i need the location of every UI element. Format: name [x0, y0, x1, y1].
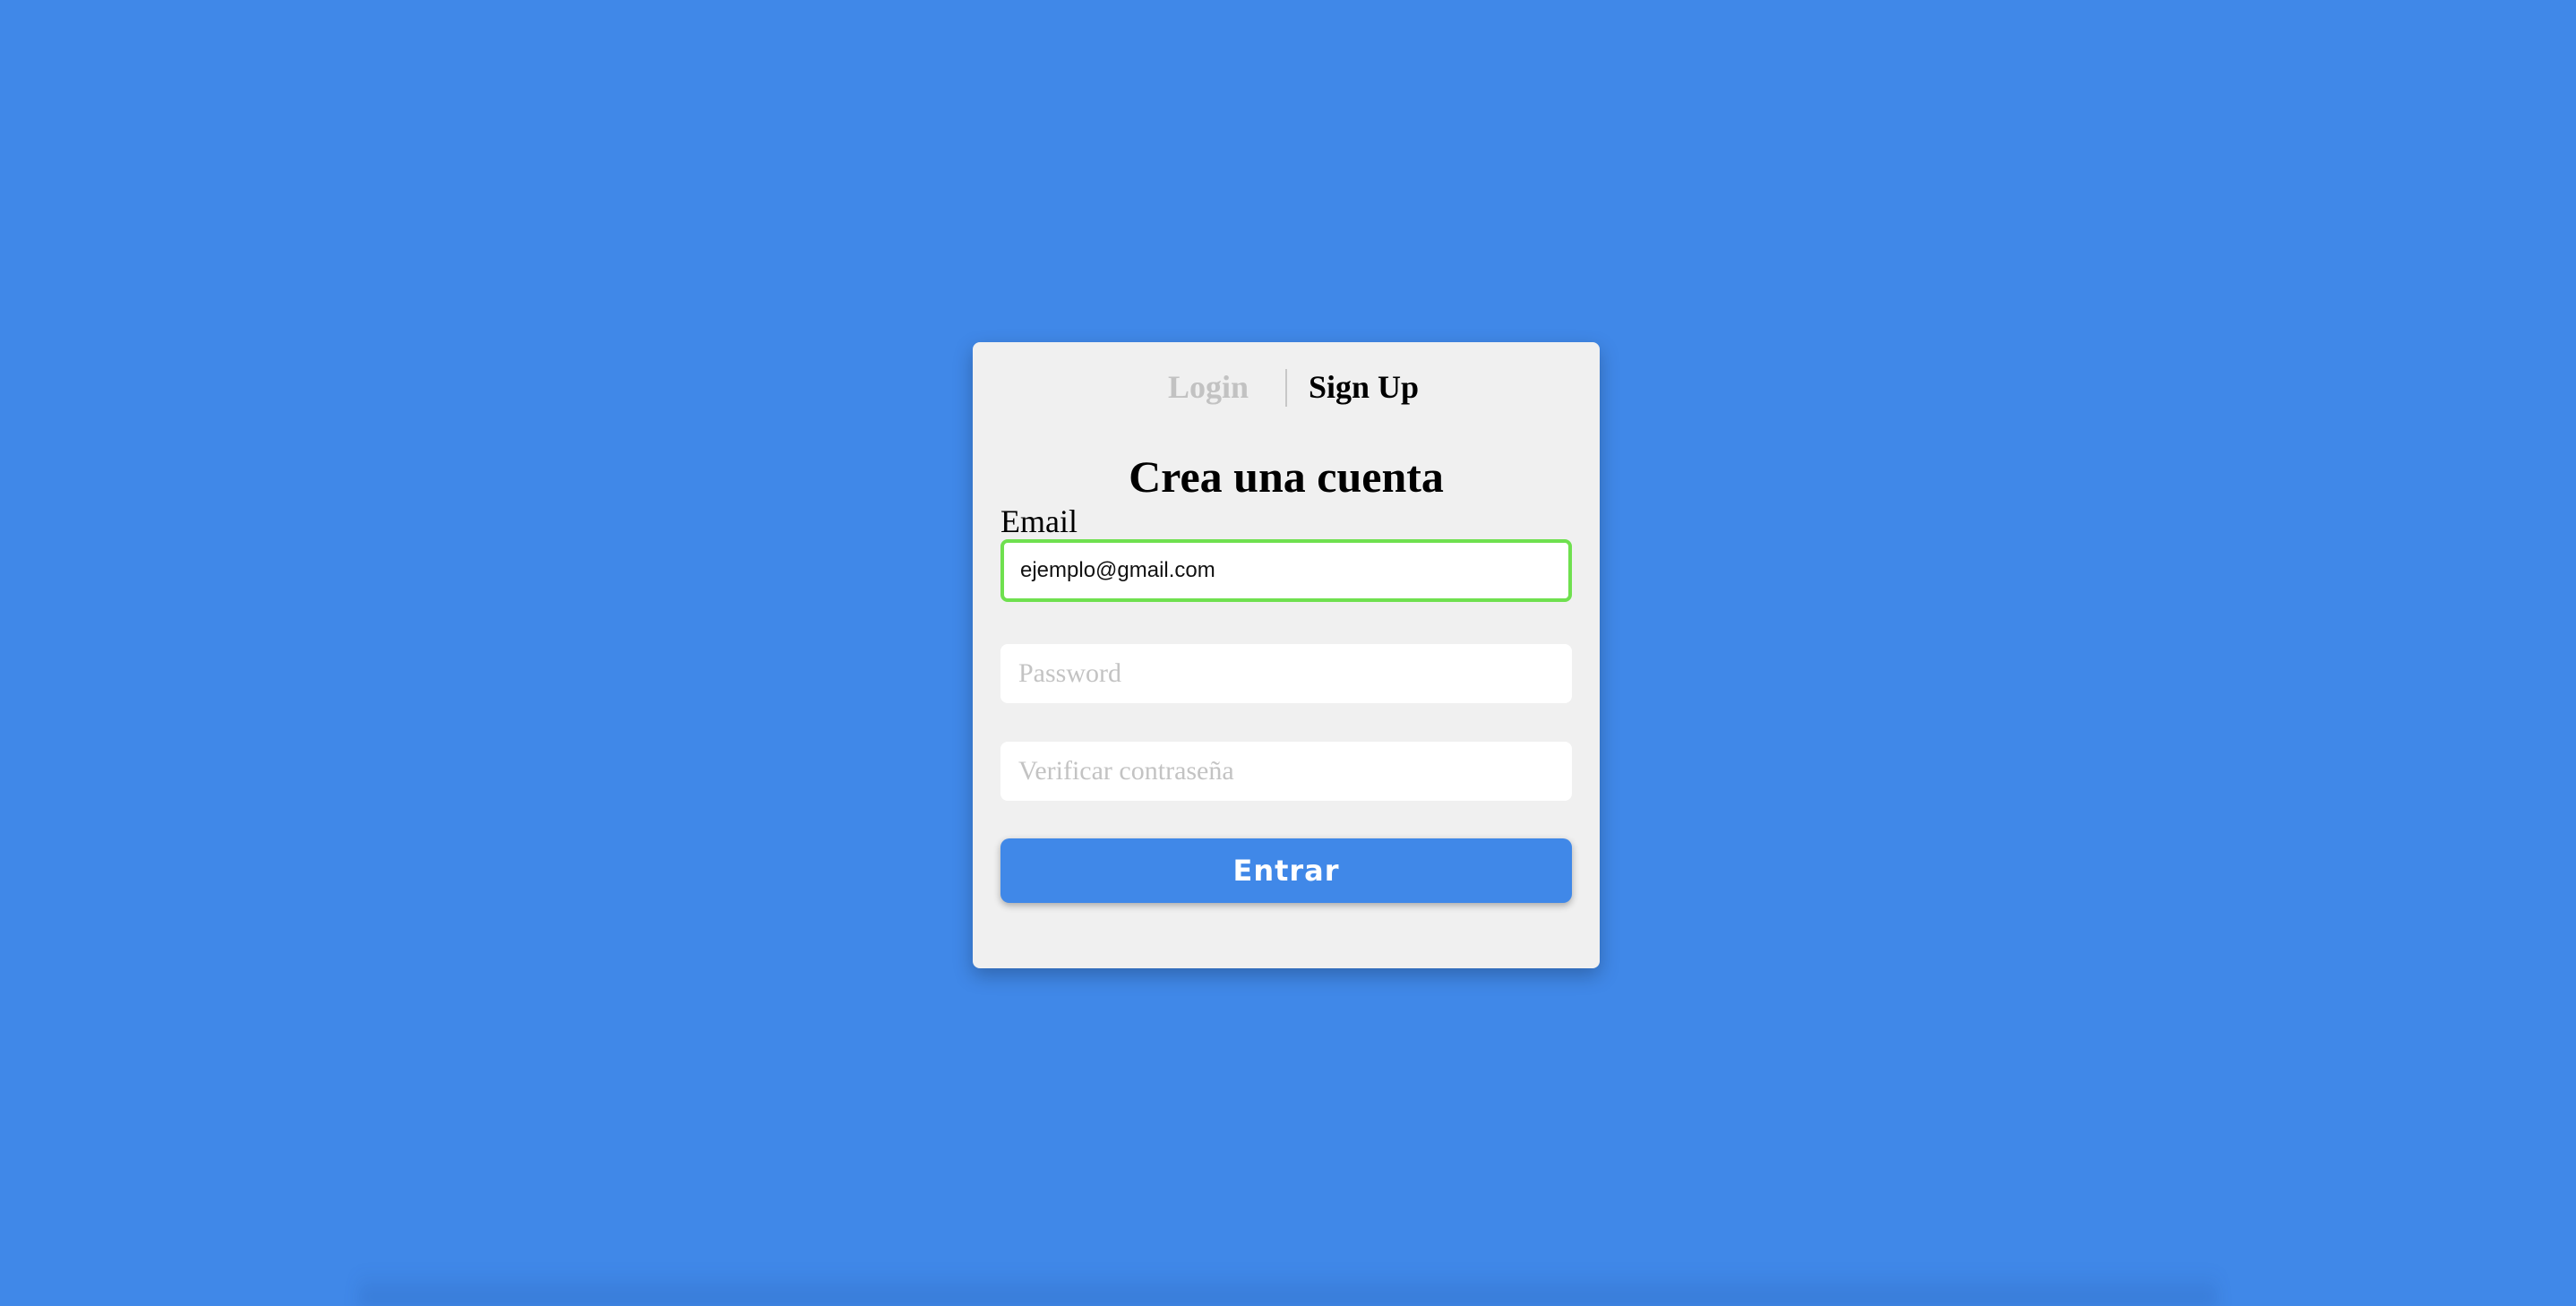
submit-button[interactable]: Entrar: [1000, 838, 1572, 903]
verify-password-placeholder: Verificar contraseña: [1018, 756, 1234, 786]
email-input-value: ejemplo@gmail.com: [1020, 558, 1215, 582]
signup-card: Login Sign Up Crea una cuenta Email ejem…: [973, 342, 1600, 968]
password-placeholder: Password: [1018, 658, 1122, 688]
tab-login[interactable]: Login: [1168, 365, 1249, 408]
tab-signup[interactable]: Sign Up: [1309, 365, 1419, 408]
auth-tabs: Login Sign Up: [973, 365, 1600, 408]
form-title: Crea una cuenta: [1129, 451, 1444, 502]
email-input[interactable]: ejemplo@gmail.com: [1000, 539, 1572, 602]
email-label: Email: [1000, 503, 1078, 539]
tab-divider: [1285, 369, 1287, 407]
password-input[interactable]: Password: [1000, 644, 1572, 703]
verify-password-input[interactable]: Verificar contraseña: [1000, 742, 1572, 801]
page-bottom-shadow: [358, 1270, 2218, 1306]
